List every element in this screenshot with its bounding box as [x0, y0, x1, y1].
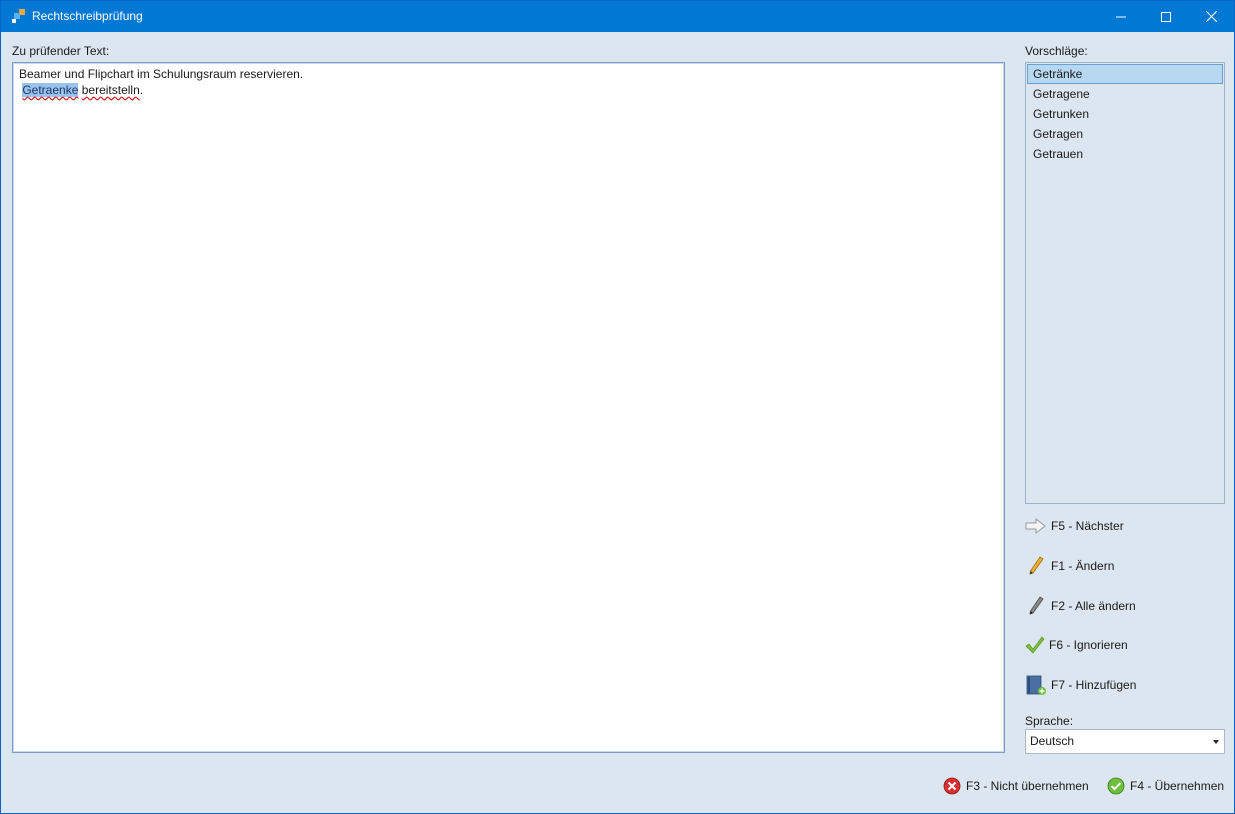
- arrow-right-icon: [1025, 515, 1047, 537]
- pencil-gray-icon: [1025, 595, 1047, 617]
- language-select[interactable]: Deutsch: [1025, 729, 1225, 754]
- suggestions-list[interactable]: Getränke Getragene Getrunken Getragen Ge…: [1025, 62, 1225, 504]
- minimize-button[interactable]: [1098, 1, 1144, 32]
- close-button[interactable]: [1188, 1, 1234, 32]
- language-label: Sprache:: [1025, 714, 1074, 728]
- pencil-icon: [1025, 555, 1047, 577]
- app-icon: [11, 8, 27, 24]
- dropdown-arrow-icon: [1213, 740, 1219, 744]
- suggestion-item[interactable]: Getragen: [1027, 124, 1223, 144]
- change-button[interactable]: F1 - Ändern: [1025, 553, 1225, 579]
- title-bar[interactable]: Rechtschreibprüfung: [1, 1, 1234, 32]
- text-line-1: Beamer und Flipchart im Schulungsraum re…: [19, 67, 304, 81]
- green-check-icon: [1106, 776, 1126, 796]
- minimize-icon: [1116, 16, 1126, 17]
- next-button[interactable]: F5 - Nächster: [1025, 513, 1225, 539]
- book-add-icon: [1025, 674, 1047, 696]
- suggestion-item[interactable]: Getrauen: [1027, 144, 1223, 164]
- apply-button[interactable]: F4 - Übernehmen: [1106, 774, 1224, 798]
- change-all-button[interactable]: F2 - Alle ändern: [1025, 593, 1225, 619]
- apply-label: F4 - Übernehmen: [1130, 779, 1225, 793]
- ignore-button[interactable]: F6 - Ignorieren: [1025, 632, 1225, 658]
- cancel-label: F3 - Nicht übernehmen: [966, 779, 1089, 793]
- language-value: Deutsch: [1030, 734, 1075, 748]
- change-all-label: F2 - Alle ändern: [1051, 599, 1136, 613]
- text-period: .: [139, 83, 144, 97]
- spellcheck-window: Rechtschreibprüfung Zu prüfender Text: B…: [0, 0, 1235, 814]
- close-icon: [1205, 11, 1217, 22]
- misspelled-word[interactable]: bereitstelln: [82, 83, 140, 97]
- text-editor[interactable]: Beamer und Flipchart im Schulungsraum re…: [12, 62, 1005, 753]
- ignore-label: F6 - Ignorieren: [1049, 638, 1128, 652]
- checkmark-icon: [1025, 634, 1045, 656]
- suggestions-label: Vorschläge:: [1025, 44, 1088, 58]
- text-label: Zu prüfender Text:: [12, 44, 110, 58]
- red-x-icon: [942, 776, 962, 796]
- add-button[interactable]: F7 - Hinzufügen: [1025, 672, 1225, 698]
- change-label: F1 - Ändern: [1051, 559, 1115, 573]
- suggestion-item[interactable]: Getränke: [1027, 64, 1223, 84]
- suggestion-item[interactable]: Getragene: [1027, 84, 1223, 104]
- add-label: F7 - Hinzufügen: [1051, 678, 1137, 692]
- maximize-button[interactable]: [1143, 1, 1189, 32]
- suggestion-item[interactable]: Getrunken: [1027, 104, 1223, 124]
- maximize-icon: [1161, 11, 1171, 22]
- misspelled-word-selected[interactable]: Getraenke: [22, 83, 79, 97]
- cancel-button[interactable]: F3 - Nicht übernehmen: [942, 774, 1089, 798]
- next-label: F5 - Nächster: [1051, 519, 1124, 533]
- window-title: Rechtschreibprüfung: [32, 9, 143, 23]
- text-line-2: Getraenke bereitstelln.: [19, 82, 998, 98]
